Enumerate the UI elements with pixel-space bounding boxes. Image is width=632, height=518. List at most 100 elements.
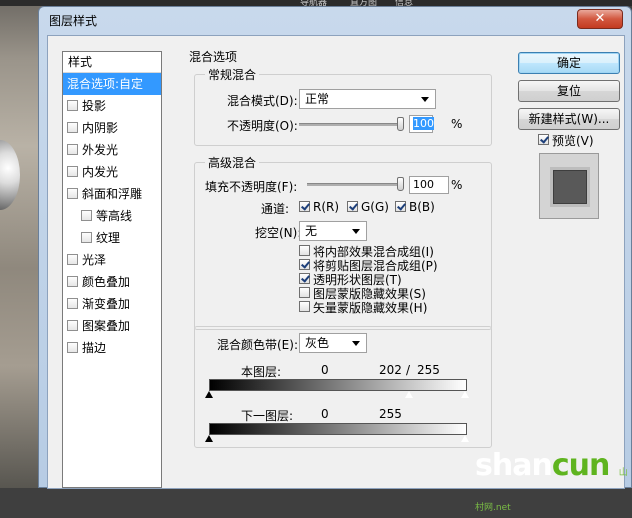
- style-item-2[interactable]: 内阴影: [63, 117, 161, 139]
- knockout-label: 挖空(N):: [255, 226, 302, 240]
- underlying-layer-black-slider[interactable]: [205, 435, 213, 442]
- style-item-label: 等高线: [96, 209, 133, 223]
- style-item-8[interactable]: 光泽: [63, 249, 161, 271]
- style-item-0[interactable]: 混合选项:自定: [63, 73, 161, 95]
- this-layer-gradient: [209, 379, 467, 391]
- blend-options-title: 混合选项: [189, 50, 238, 64]
- style-item-1[interactable]: 投影: [63, 95, 161, 117]
- this-layer-white-split-slider[interactable]: [404, 390, 414, 399]
- style-item-5[interactable]: 斜面和浮雕: [63, 183, 161, 205]
- this-layer-slash: /: [406, 363, 411, 377]
- opacity-slider-track[interactable]: [299, 123, 399, 126]
- opacity-value: 100: [413, 117, 434, 130]
- fill-opacity-slider-thumb[interactable]: [397, 177, 404, 191]
- style-list-header[interactable]: 样式: [63, 52, 161, 73]
- blend-clipped-checkbox[interactable]: [299, 259, 310, 270]
- style-list: 样式 混合选项:自定投影内阴影外发光内发光斜面和浮雕等高线纹理光泽颜色叠加渐变叠…: [62, 51, 162, 488]
- layer-mask-hides-checkbox[interactable]: [299, 287, 310, 298]
- style-item-label: 内阴影: [82, 121, 119, 135]
- underlying-layer-white-slider[interactable]: [460, 434, 470, 443]
- style-item-checkbox[interactable]: [67, 100, 78, 111]
- fill-opacity-slider-track[interactable]: [307, 183, 401, 186]
- style-item-label: 渐变叠加: [82, 297, 131, 311]
- style-item-checkbox[interactable]: [67, 254, 78, 265]
- blend-if-select[interactable]: 灰色: [299, 333, 367, 353]
- style-item-label: 光泽: [82, 253, 107, 267]
- channel-g-checkbox[interactable]: [347, 201, 358, 212]
- style-item-checkbox[interactable]: [67, 166, 78, 177]
- knockout-select[interactable]: 无: [299, 221, 367, 241]
- section-divider: [186, 62, 187, 482]
- chevron-down-icon: [421, 97, 429, 102]
- preview-checkbox[interactable]: [538, 134, 549, 145]
- opacity-label: 不透明度(O):: [227, 119, 298, 133]
- style-item-checkbox[interactable]: [81, 232, 92, 243]
- style-item-checkbox[interactable]: [81, 210, 92, 221]
- style-item-11[interactable]: 图案叠加: [63, 315, 161, 337]
- fill-opacity-input[interactable]: 100: [409, 176, 449, 194]
- style-item-checkbox[interactable]: [67, 298, 78, 309]
- style-item-12[interactable]: 描边: [63, 337, 161, 359]
- style-item-checkbox[interactable]: [67, 144, 78, 155]
- dialog-body: 样式 混合选项:自定投影内阴影外发光内发光斜面和浮雕等高线纹理光泽颜色叠加渐变叠…: [47, 35, 625, 489]
- blend-mode-label: 混合模式(D):: [227, 94, 298, 108]
- style-item-9[interactable]: 颜色叠加: [63, 271, 161, 293]
- opacity-slider-thumb[interactable]: [397, 117, 404, 131]
- preview-swatch: [553, 170, 587, 204]
- dialog-title: 图层样式: [49, 14, 98, 28]
- style-item-checkbox[interactable]: [67, 276, 78, 287]
- opacity-input[interactable]: 100: [409, 115, 434, 133]
- style-item-7[interactable]: 纹理: [63, 227, 161, 249]
- blend-if-value: 灰色: [305, 336, 330, 350]
- ok-button[interactable]: 确定: [518, 52, 620, 74]
- blend-interior-checkbox[interactable]: [299, 245, 310, 256]
- style-item-checkbox[interactable]: [67, 320, 78, 331]
- style-preview: [539, 153, 599, 219]
- watermark-main-a: shan: [475, 448, 553, 483]
- new-style-button[interactable]: 新建样式(W)...: [518, 108, 620, 130]
- style-item-label: 纹理: [96, 231, 121, 245]
- style-item-checkbox[interactable]: [67, 342, 78, 353]
- watermark-logo: shancun 山村网.net: [475, 448, 632, 518]
- style-item-checkbox[interactable]: [67, 122, 78, 133]
- watermark-net: .net: [493, 503, 511, 513]
- this-layer-label: 本图层:: [241, 365, 282, 379]
- watermark-main-b: cun: [551, 448, 610, 483]
- channel-b-checkbox[interactable]: [395, 201, 406, 212]
- this-layer-high-split: 202: [379, 363, 402, 377]
- opacity-percent: %: [451, 117, 463, 131]
- style-item-4[interactable]: 内发光: [63, 161, 161, 183]
- chevron-down-icon: [352, 341, 360, 346]
- this-layer-high: 255: [417, 363, 440, 377]
- style-item-label: 混合选项:自定: [67, 77, 144, 91]
- preview-label[interactable]: 预览(V): [552, 132, 594, 149]
- title-bar[interactable]: 图层样式 ✕: [39, 7, 631, 33]
- channel-r-label: R(R): [313, 200, 340, 214]
- style-item-checkbox[interactable]: [67, 188, 78, 199]
- this-layer-black-slider[interactable]: [205, 391, 213, 398]
- this-layer-white-slider[interactable]: [460, 390, 470, 399]
- style-item-label: 外发光: [82, 143, 119, 157]
- channel-r-checkbox[interactable]: [299, 201, 310, 212]
- reset-button[interactable]: 复位: [518, 80, 620, 102]
- channel-b-label: B(B): [409, 200, 435, 214]
- advanced-blending-group: 高级混合 填充不透明度(F): 100 % 通道: R(R) G(G) B(B)…: [194, 154, 492, 330]
- style-item-label: 颜色叠加: [82, 275, 131, 289]
- style-item-6[interactable]: 等高线: [63, 205, 161, 227]
- vector-mask-hides-label: 矢量蒙版隐藏效果(H): [313, 301, 428, 315]
- general-blending-group: 常规混合 混合模式(D): 正常 不透明度(O): 100 %: [194, 66, 492, 146]
- style-item-label: 斜面和浮雕: [82, 187, 143, 201]
- close-button[interactable]: ✕: [577, 9, 623, 29]
- general-blending-title: 常规混合: [205, 66, 260, 83]
- blend-if-group: 混合颜色带(E): 灰色 本图层: 0 202 / 255 下一图层: 0 25…: [194, 326, 492, 448]
- chevron-down-icon: [352, 229, 360, 234]
- transparency-shapes-checkbox[interactable]: [299, 273, 310, 284]
- blend-mode-select[interactable]: 正常: [299, 89, 436, 109]
- fill-opacity-label: 填充不透明度(F):: [205, 180, 298, 194]
- close-icon: ✕: [594, 11, 606, 26]
- style-item-label: 描边: [82, 341, 107, 355]
- style-item-3[interactable]: 外发光: [63, 139, 161, 161]
- style-item-10[interactable]: 渐变叠加: [63, 293, 161, 315]
- vector-mask-hides-checkbox[interactable]: [299, 301, 310, 312]
- blend-if-label: 混合颜色带(E):: [217, 338, 298, 352]
